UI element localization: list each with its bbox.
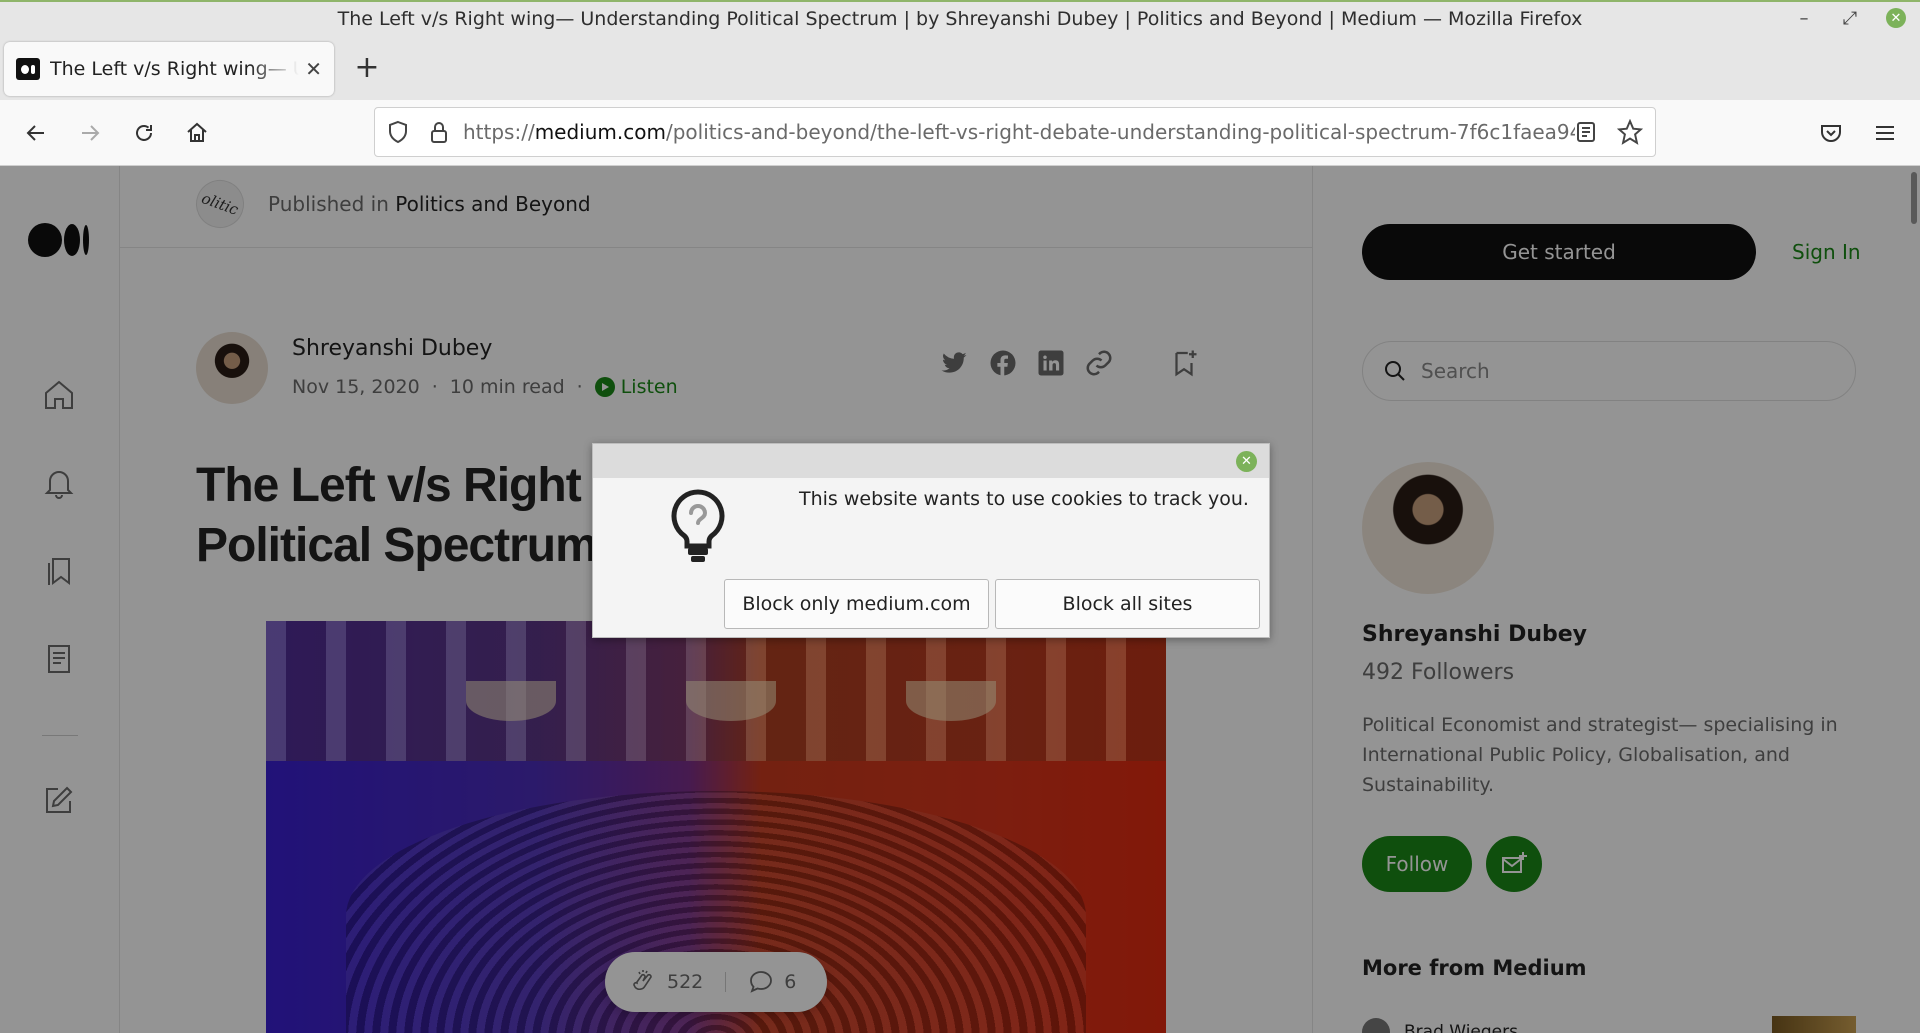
- window-close-button[interactable]: ✕: [1886, 8, 1906, 28]
- arrow-right-icon: [82, 125, 100, 141]
- url-text[interactable]: https://medium.com/politics-and-beyond/t…: [463, 120, 1575, 144]
- window-titlebar: The Left v/s Right wing— Understanding P…: [0, 0, 1920, 36]
- window-controls: – ⤢ ✕: [1794, 8, 1906, 29]
- back-button[interactable]: [17, 114, 55, 152]
- tab-strip: The Left v/s Right wing— Understanding P…: [0, 36, 1920, 100]
- reader-view-icon[interactable]: [1575, 120, 1597, 144]
- minimize-button[interactable]: –: [1794, 8, 1814, 29]
- tab-active[interactable]: The Left v/s Right wing— Understanding P…: [4, 42, 334, 96]
- url-bar[interactable]: https://medium.com/politics-and-beyond/t…: [374, 107, 1656, 157]
- hamburger-menu-icon: [1876, 126, 1894, 140]
- home-icon: [187, 122, 207, 142]
- home-button[interactable]: [178, 114, 216, 152]
- block-all-button[interactable]: Block all sites: [995, 579, 1260, 629]
- lightbulb-icon: [671, 489, 725, 562]
- tab-title: The Left v/s Right wing— Understanding P…: [50, 58, 299, 80]
- dialog-close-button[interactable]: ✕: [1236, 451, 1257, 472]
- dialog-message: This website wants to use cookies to tra…: [799, 488, 1249, 510]
- lock-icon[interactable]: [429, 120, 449, 144]
- medium-favicon-icon: [16, 58, 40, 80]
- pocket-button[interactable]: [1812, 114, 1850, 152]
- tab-close-icon[interactable]: ✕: [305, 57, 322, 81]
- pocket-icon: [1821, 125, 1841, 142]
- bookmark-star-icon[interactable]: [1617, 119, 1643, 145]
- navigation-toolbar: https://medium.com/politics-and-beyond/t…: [0, 100, 1920, 166]
- window-title: The Left v/s Right wing— Understanding P…: [337, 8, 1583, 30]
- dialog-titlebar: ✕: [593, 444, 1269, 478]
- arrow-left-icon: [26, 125, 44, 141]
- block-site-button[interactable]: Block only medium.com: [724, 579, 989, 629]
- forward-button[interactable]: [71, 114, 109, 152]
- app-menu-button[interactable]: [1866, 114, 1904, 152]
- tracking-shield-icon[interactable]: [387, 120, 409, 144]
- maximize-button[interactable]: ⤢: [1840, 8, 1860, 29]
- reload-button[interactable]: [125, 114, 163, 152]
- reload-icon: [136, 124, 152, 141]
- cookie-dialog: ✕ This website wants to use cookies to t…: [592, 443, 1270, 638]
- new-tab-button[interactable]: +: [350, 50, 384, 85]
